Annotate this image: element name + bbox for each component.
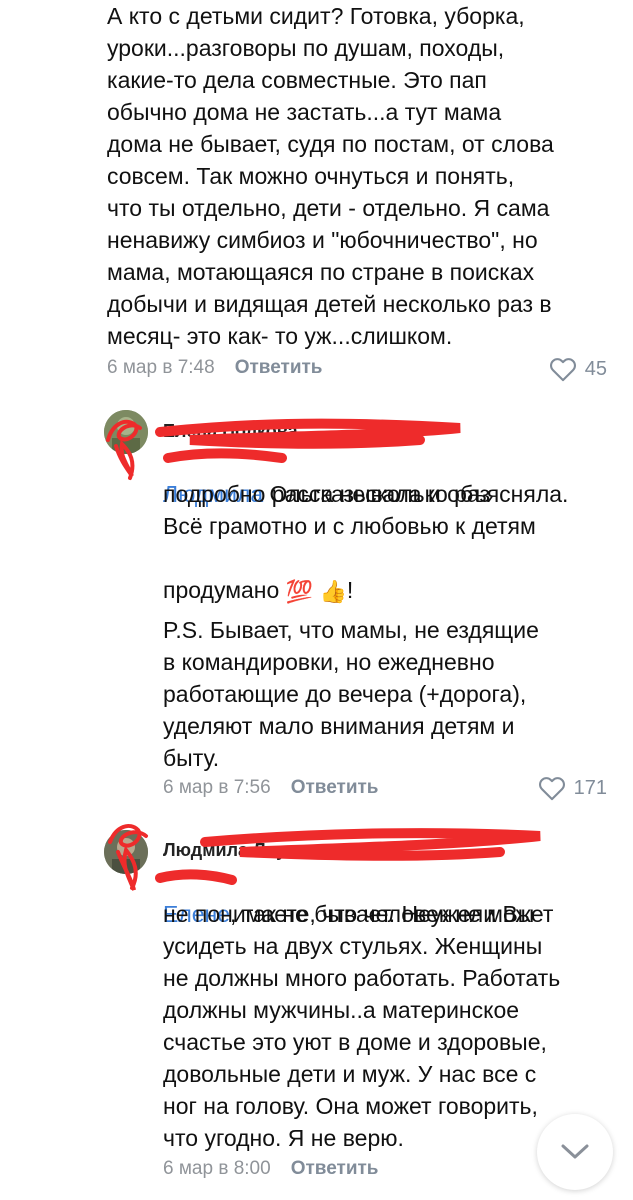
- avatar-image: [104, 830, 148, 874]
- comment-text-rest: не понимаете, что человек не может усиде…: [163, 901, 561, 1151]
- comment-text: А кто с детьми сидит? Готовка, уборка, у…: [107, 3, 554, 349]
- comment-text-before-emoji: продумано: [163, 577, 286, 603]
- hundred-points-emoji-icon: 💯: [285, 578, 314, 604]
- comment-meta: 6 мар в 8:00 Ответить: [163, 1158, 379, 1180]
- heart-outline-icon: [538, 777, 565, 801]
- like-count: 45: [584, 357, 607, 380]
- author-name[interactable]: Елена Полкова: [163, 421, 298, 442]
- like-button[interactable]: 171: [538, 775, 607, 801]
- like-button[interactable]: 45: [549, 356, 607, 382]
- like-count: 171: [573, 776, 607, 799]
- comment-meta: 6 мар в 7:48 Ответить: [107, 357, 323, 379]
- comment-ps: P.S. Бывает, что мамы, не ездящие в кома…: [163, 617, 539, 771]
- reply-button[interactable]: Ответить: [235, 357, 323, 379]
- comment-text-emoji-line: продумано 💯 👍!: [163, 542, 623, 608]
- thumbs-up-emoji-icon: 👍: [319, 578, 347, 604]
- heart-outline-icon: [549, 358, 576, 382]
- comment-text-rest: подробно рассказывала и объясняла. Всё г…: [163, 481, 569, 539]
- comment-date: 6 мар в 7:56: [163, 777, 271, 798]
- comment-date: 6 мар в 8:00: [163, 1158, 271, 1179]
- reply-button[interactable]: Ответить: [291, 777, 379, 799]
- avatar[interactable]: [104, 830, 148, 874]
- comment-meta: 6 мар в 7:56 Ответить: [163, 777, 379, 799]
- avatar[interactable]: [104, 410, 148, 454]
- reply-button[interactable]: Ответить: [291, 1158, 379, 1180]
- scroll-down-button[interactable]: [537, 1114, 613, 1190]
- avatar-image: [104, 410, 148, 454]
- author-name[interactable]: Людмила Лау: [163, 840, 286, 861]
- chevron-down-icon: [561, 1144, 589, 1159]
- comment-text-after-emoji: !: [346, 577, 354, 603]
- comment-date: 6 мар в 7:48: [107, 357, 215, 378]
